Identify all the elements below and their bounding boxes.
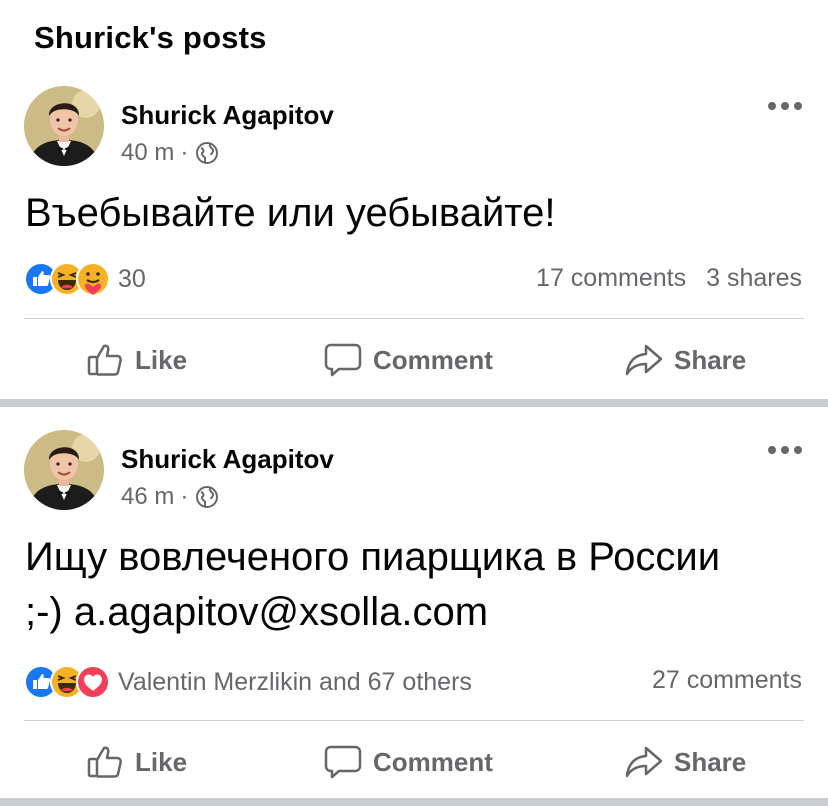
comment-label: Comment <box>373 746 493 777</box>
like-label: Like <box>135 344 188 375</box>
post: Shurick Agapitov 40 m · Въебывайте или у… <box>0 0 828 407</box>
speech-bubble-icon <box>324 745 362 779</box>
action-bar: Like Comment Share <box>0 732 828 792</box>
more-dot <box>768 102 776 110</box>
more-dot <box>794 102 802 110</box>
globe-icon <box>196 142 219 164</box>
reactions-summary[interactable]: Valentin Merzlikin and 67 others <box>24 662 472 702</box>
post-separator <box>0 798 828 806</box>
avatar-photo <box>24 430 104 510</box>
care-reaction-icon <box>76 262 110 296</box>
reactions-summary[interactable]: 30 <box>24 259 146 299</box>
comments-count[interactable]: 17 comments <box>536 264 686 293</box>
avatar[interactable] <box>24 86 104 166</box>
comments-count[interactable]: 27 comments <box>652 666 802 695</box>
post-text: Въебывайте или уебывайте! <box>25 191 556 235</box>
post-separator <box>0 399 828 407</box>
more-dot <box>768 446 776 454</box>
post-stats: 17 comments 3 shares <box>536 264 802 293</box>
author-name[interactable]: Shurick Agapitov <box>121 100 334 131</box>
more-dot <box>781 446 789 454</box>
reaction-icons <box>24 665 110 699</box>
post-meta: 40 m · <box>121 139 219 167</box>
more-options-button[interactable] <box>768 99 802 113</box>
share-button[interactable]: Share <box>624 330 746 390</box>
meta-separator: · <box>180 139 189 166</box>
comment-label: Comment <box>373 344 493 375</box>
shares-count[interactable]: 3 shares <box>706 264 802 293</box>
speech-bubble-icon <box>324 343 362 377</box>
divider <box>24 720 804 721</box>
comment-button[interactable]: Comment <box>323 330 493 390</box>
like-button[interactable]: Like <box>85 732 187 792</box>
post-meta: 46 m · <box>121 483 219 511</box>
post: Shurick Agapitov 46 m · Ищу вовлеченого … <box>0 408 828 806</box>
author-name[interactable]: Shurick Agapitov <box>121 444 334 475</box>
share-label: Share <box>674 746 747 777</box>
thumbs-up-icon <box>87 746 122 778</box>
reaction-count: 30 <box>118 264 146 293</box>
avatar-photo <box>24 86 104 166</box>
more-options-button[interactable] <box>768 443 802 457</box>
reaction-icons <box>24 262 110 296</box>
love-reaction-icon <box>76 665 110 699</box>
meta-separator: · <box>180 483 189 510</box>
action-bar: Like Comment Share <box>0 330 828 390</box>
post-time[interactable]: 40 m <box>121 139 174 167</box>
share-arrow-icon <box>625 344 663 376</box>
comment-button[interactable]: Comment <box>323 732 493 792</box>
post-stats: 27 comments <box>652 666 802 695</box>
like-label: Like <box>135 746 188 777</box>
reaction-names: Valentin Merzlikin and 67 others <box>118 667 472 696</box>
posts-feed: Shurick's posts Shurick Agapitov 40 m · <box>0 0 828 806</box>
divider <box>24 318 804 319</box>
share-button[interactable]: Share <box>624 732 746 792</box>
like-button[interactable]: Like <box>85 330 187 390</box>
post-time[interactable]: 46 m <box>121 483 174 511</box>
share-arrow-icon <box>625 746 663 778</box>
more-dot <box>781 102 789 110</box>
thumbs-up-icon <box>87 344 122 376</box>
share-label: Share <box>674 344 747 375</box>
post-text: Ищу вовлеченого пиарщика в России ;-) a.… <box>25 535 721 634</box>
more-dot <box>794 446 802 454</box>
avatar[interactable] <box>24 430 104 510</box>
globe-icon <box>196 486 219 508</box>
